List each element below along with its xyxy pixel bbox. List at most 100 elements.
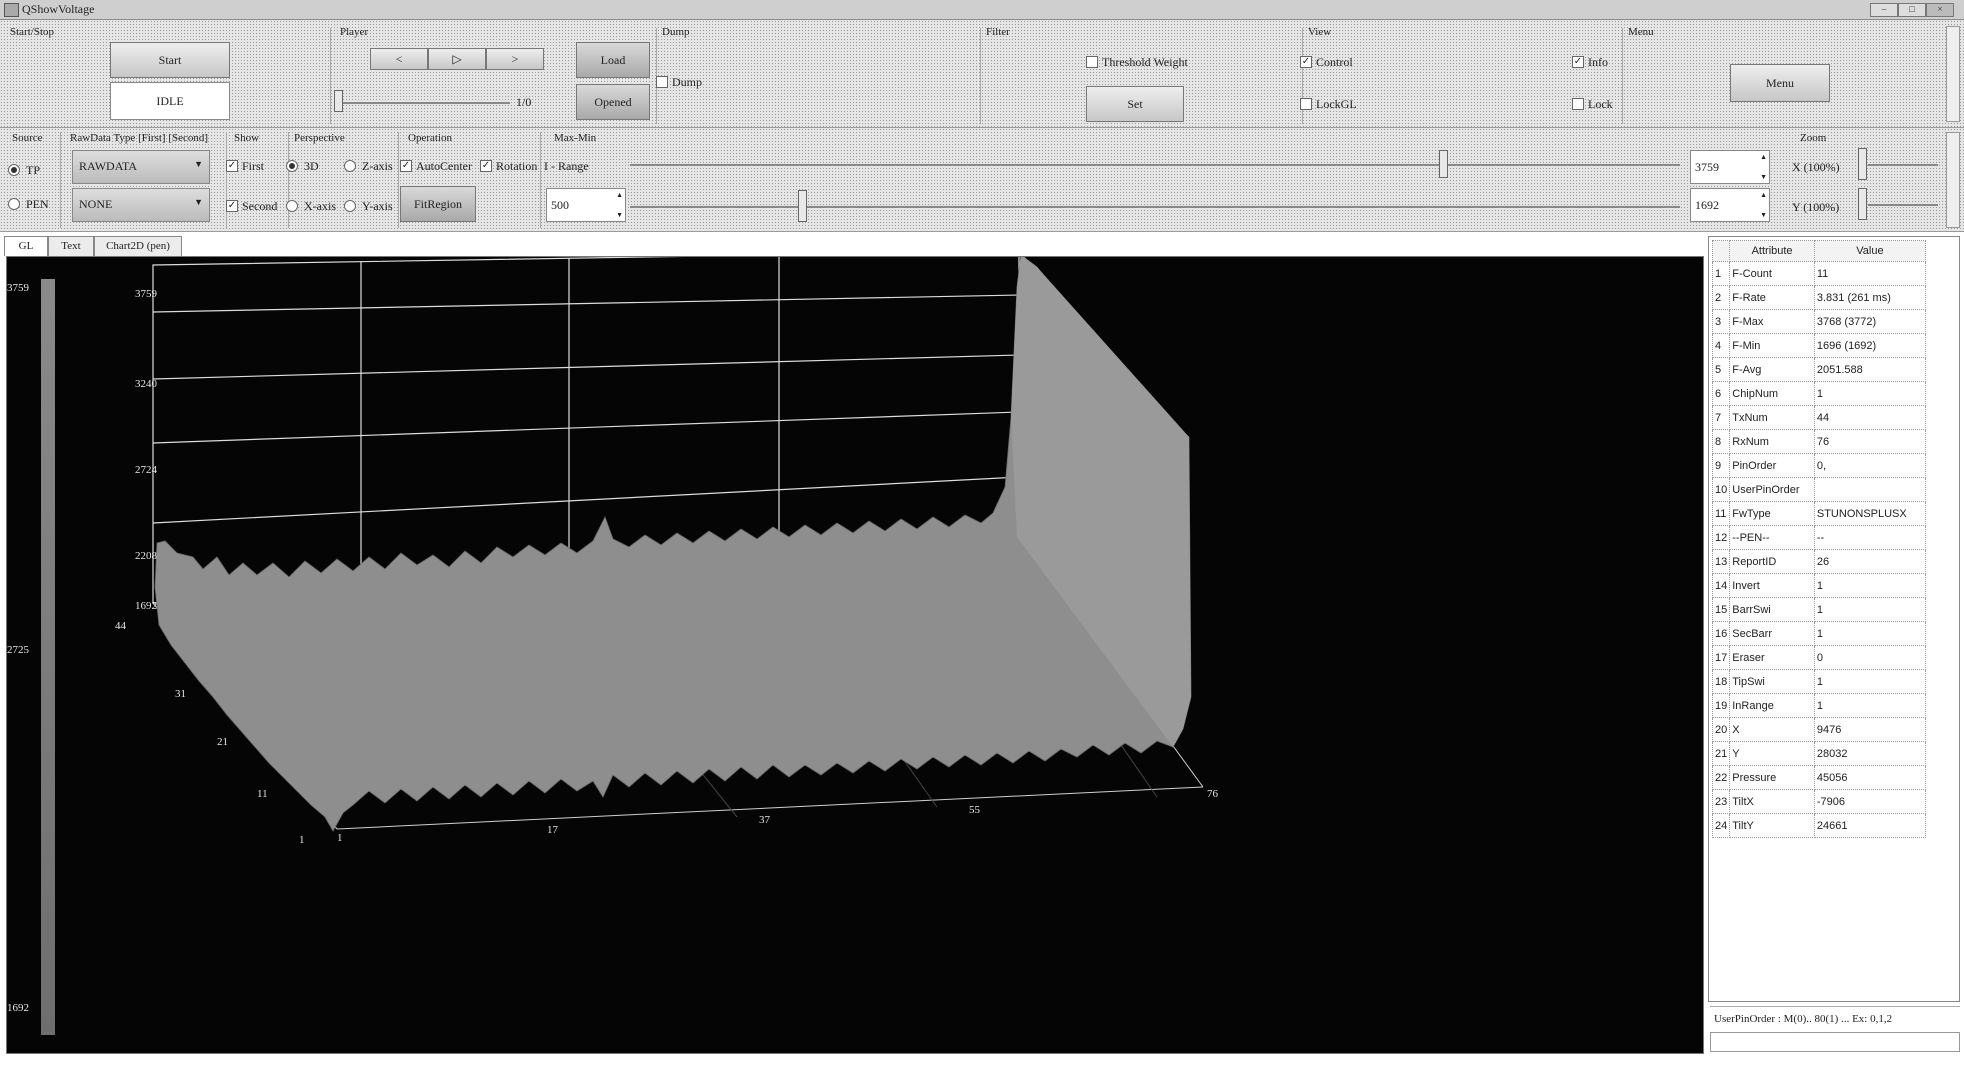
perspective-yaxis-radio[interactable] (344, 200, 356, 212)
rawdata-second-select[interactable]: NONE ▼ (72, 188, 210, 222)
table-row[interactable]: 7 TxNum 44 (1711, 405, 1927, 430)
next-frame-button[interactable]: > (486, 48, 544, 70)
play-button[interactable]: ▷ (428, 48, 486, 70)
toolbar-scrollbar-1[interactable] (1946, 26, 1960, 122)
zoom-x-slider-handle[interactable] (1858, 148, 1867, 180)
source-pen-radio[interactable] (8, 198, 20, 210)
table-row[interactable]: 8 RxNum 76 (1711, 429, 1927, 454)
zoom-y-slider[interactable] (1868, 204, 1938, 206)
show-first-checkbox[interactable]: ✓ (226, 160, 238, 172)
perspective-zaxis-radio[interactable] (344, 160, 356, 172)
set-button[interactable]: Set (1086, 86, 1184, 122)
table-row[interactable]: 14 Invert 1 (1711, 573, 1927, 598)
table-row[interactable]: 22 Pressure 45056 (1711, 765, 1927, 790)
table-row[interactable]: 11 FwType STUNONSPLUSX (1711, 501, 1927, 526)
user-pin-order-input[interactable] (1710, 1032, 1960, 1052)
max-value-spinbox[interactable]: 3759 ▲ ▼ (1690, 150, 1770, 184)
table-row[interactable]: 18 TipSwi 1 (1711, 669, 1927, 694)
rotation-checkbox[interactable]: ✓ (480, 160, 492, 172)
control-label: Control (1316, 55, 1353, 69)
rotation-label: Rotation (496, 159, 538, 173)
tab-chart2d-pen[interactable]: Chart2D (pen) (94, 236, 182, 256)
table-row[interactable]: 19 InRange 1 (1711, 693, 1927, 718)
maximize-button[interactable]: □ (1898, 3, 1926, 17)
attribute-value: 3768 (3772) (1813, 309, 1927, 334)
value-header[interactable]: Value (1813, 240, 1927, 262)
table-row[interactable]: 9 PinOrder 0, (1711, 453, 1927, 478)
table-row[interactable]: 2 F-Rate 3.831 (261 ms) (1711, 285, 1927, 310)
player-slider[interactable] (338, 102, 510, 104)
toolbar-scrollbar-2[interactable] (1946, 132, 1960, 228)
fitregion-button[interactable]: FitRegion (400, 186, 476, 222)
range-spinbox[interactable]: 500 ▲ ▼ (546, 188, 626, 222)
frame-counter: 1/0 (516, 95, 532, 109)
attribute-value: 1 (1813, 597, 1927, 622)
group-title-filter: Filter (986, 26, 1010, 38)
attribute-name: InRange (1729, 693, 1815, 718)
table-row[interactable]: 20 X 9476 (1711, 717, 1927, 742)
prev-frame-button[interactable]: < (370, 48, 428, 70)
zoom-y-label: Y (100%) (1792, 200, 1840, 214)
row-number: 11 (1711, 501, 1731, 526)
rawdata-first-select[interactable]: RAWDATA ▼ (72, 150, 210, 184)
lockgl-checkbox[interactable] (1300, 98, 1312, 110)
table-row[interactable]: 3 F-Max 3768 (3772) (1711, 309, 1927, 334)
range-label: I - Range (544, 159, 589, 173)
min-slider[interactable] (630, 206, 1680, 208)
surface-mesh (154, 257, 1192, 832)
table-row[interactable]: 16 SecBarr 1 (1711, 621, 1927, 646)
show-second-checkbox[interactable]: ✓ (226, 200, 238, 212)
tab-text[interactable]: Text (48, 236, 94, 256)
player-slider-handle[interactable] (334, 90, 343, 112)
attribute-value: 24661 (1813, 813, 1927, 838)
table-row[interactable]: 13 ReportID 26 (1711, 549, 1927, 574)
opened-button[interactable]: Opened (576, 84, 650, 120)
table-row[interactable]: 23 TiltX -7906 (1711, 789, 1927, 814)
close-button[interactable]: × (1926, 3, 1954, 17)
perspective-3d-radio[interactable] (286, 160, 298, 172)
attribute-value: 0 (1813, 645, 1927, 670)
gl-view[interactable]: 3759 2725 1692 3759 3240 2724 2208 1692 … (6, 256, 1704, 1054)
table-row[interactable]: 4 F-Min 1696 (1692) (1711, 333, 1927, 358)
colorbar-max-label: 3759 (7, 282, 30, 294)
tab-gl[interactable]: GL (4, 236, 48, 256)
x-tick-label: 55 (969, 804, 981, 816)
table-row[interactable]: 6 ChipNum 1 (1711, 381, 1927, 406)
attribute-header[interactable]: Attribute (1729, 240, 1815, 262)
threshold-weight-checkbox[interactable] (1086, 56, 1098, 68)
table-row[interactable]: 5 F-Avg 2051.588 (1711, 357, 1927, 382)
autocenter-checkbox[interactable]: ✓ (400, 160, 412, 172)
info-label: Info (1588, 55, 1608, 69)
max-slider[interactable] (630, 164, 1680, 166)
max-slider-handle[interactable] (1438, 150, 1448, 178)
table-row[interactable]: 15 BarrSwi 1 (1711, 597, 1927, 622)
table-row[interactable]: 24 TiltY 24661 (1711, 813, 1927, 838)
threshold-weight-label: Threshold Weight (1102, 55, 1188, 69)
min-slider-handle[interactable] (798, 190, 807, 222)
menu-button[interactable]: Menu (1730, 64, 1830, 102)
table-row[interactable]: 17 Eraser 0 (1711, 645, 1927, 670)
zoom-y-slider-handle[interactable] (1858, 188, 1867, 220)
z-tick-label: 3240 (135, 378, 158, 390)
load-button[interactable]: Load (576, 42, 650, 78)
table-row[interactable]: 21 Y 28032 (1711, 741, 1927, 766)
start-button[interactable]: Start (110, 42, 230, 78)
table-row[interactable]: 10 UserPinOrder (1711, 477, 1927, 502)
z-tick-label: 3759 (135, 288, 158, 300)
chevron-down-icon: ▼ (194, 197, 203, 207)
lockgl-label: LockGL (1316, 97, 1357, 111)
min-value-spinbox[interactable]: 1692 ▲ ▼ (1690, 188, 1770, 222)
table-row[interactable]: 12 --PEN-- -- (1711, 525, 1927, 550)
attribute-name: SecBarr (1729, 621, 1815, 646)
table-row[interactable]: 1 F-Count 11 (1711, 261, 1927, 286)
row-number: 21 (1711, 741, 1731, 766)
dump-checkbox[interactable] (656, 76, 668, 88)
lock-checkbox[interactable] (1572, 98, 1584, 110)
zoom-x-slider[interactable] (1868, 164, 1938, 166)
perspective-xaxis-radio[interactable] (286, 200, 298, 212)
attribute-name: TiltY (1729, 813, 1815, 838)
control-checkbox[interactable]: ✓ (1300, 56, 1312, 68)
info-checkbox[interactable]: ✓ (1572, 56, 1584, 68)
source-tp-radio[interactable] (8, 164, 20, 176)
minimize-button[interactable]: – (1870, 3, 1898, 17)
